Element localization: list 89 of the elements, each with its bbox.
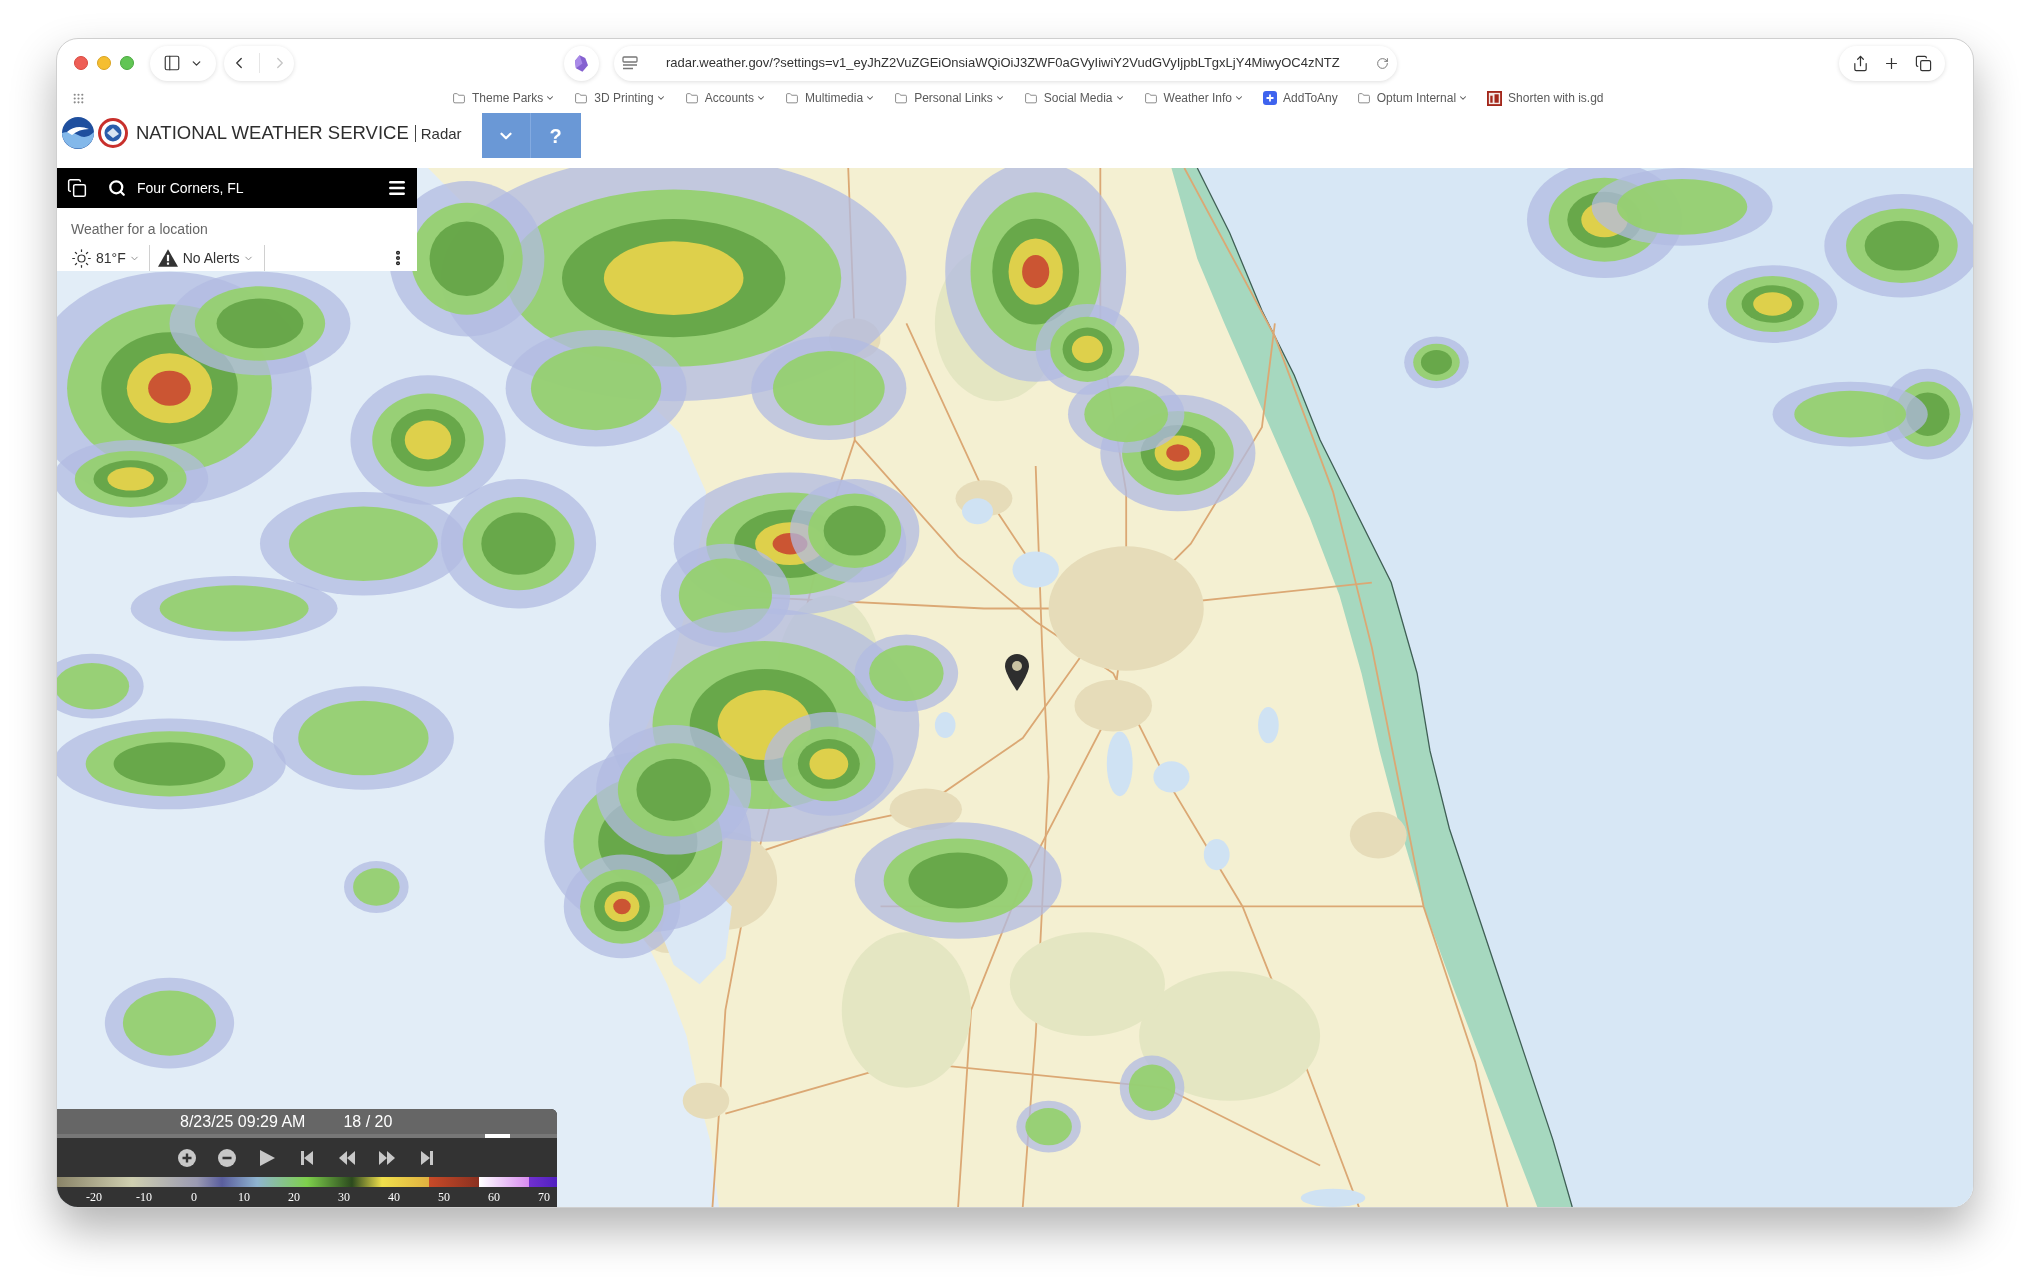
bookmark-item[interactable]: Optum Internal [1356, 90, 1469, 106]
skip-forward-icon[interactable] [418, 1148, 436, 1167]
radar-echo [1016, 1100, 1081, 1153]
scale-tick-label: 40 [387, 1190, 401, 1204]
folder-icon [684, 91, 699, 105]
scale-tick-label: 60 [487, 1190, 501, 1204]
play-icon[interactable] [258, 1148, 276, 1167]
lake [1300, 1188, 1366, 1207]
scale-tick-label: -20 [85, 1190, 103, 1204]
bookmark-item[interactable]: Theme Parks [452, 90, 556, 106]
page-menu-icon[interactable] [622, 56, 638, 70]
bird-logo-icon [62, 117, 94, 149]
chevron-down-icon [1458, 93, 1469, 103]
dropdown-button[interactable] [481, 113, 531, 158]
folder-icon [1356, 91, 1371, 105]
lake [962, 498, 993, 525]
sidebar-icon[interactable] [163, 54, 181, 72]
lake [934, 712, 956, 738]
maximize-button[interactable] [120, 56, 134, 70]
radar-echo [344, 861, 409, 913]
logo-icon [1487, 90, 1503, 106]
address-field[interactable]: radar.weather.gov/?settings=v1_eyJhZ2VuZGEiOnsiaWQiOiJ3ZWF0aGVyIiwiY2VudGVyIjpbLTgxLjY4MiwyOC4zNTZ [614, 45, 1397, 81]
folder-icon [894, 91, 909, 105]
chevron-down-icon [865, 93, 876, 103]
city-area [682, 1082, 730, 1119]
share-icon[interactable] [1852, 54, 1870, 72]
chevron-down-icon [655, 93, 666, 103]
chevron-down-icon [1234, 93, 1245, 103]
bookmark-item[interactable]: Shorten with is.gd [1487, 90, 1604, 106]
warning-icon [157, 249, 178, 267]
folder-icon [1023, 91, 1038, 105]
scale-tick-label: 10 [237, 1190, 251, 1204]
chevron-down-icon [545, 93, 556, 103]
temperature-dropdown[interactable]: 81°F [71, 245, 140, 271]
folder-icon [1143, 91, 1158, 105]
zoom-out-icon[interactable] [218, 1148, 236, 1167]
chevron-down-icon [1114, 93, 1125, 103]
lake [1258, 706, 1279, 744]
scale-tick-label: -10 [135, 1190, 153, 1204]
location-pin-icon[interactable] [1005, 654, 1029, 691]
bookmark-item[interactable]: Weather Info [1143, 90, 1245, 106]
search-icon[interactable] [108, 179, 126, 197]
folder-icon [452, 91, 466, 105]
skip-back-icon[interactable] [298, 1148, 316, 1167]
scale-tick-label: 0 [190, 1190, 198, 1204]
folder-icon [574, 91, 589, 105]
tabs-icon[interactable] [1914, 54, 1932, 72]
plus-square-icon [1263, 91, 1278, 105]
scale-tick-label: 30 [337, 1190, 351, 1204]
grid-icon[interactable] [72, 91, 85, 105]
lake [1153, 761, 1190, 793]
site-title: NATIONAL WEATHER SERVICE [136, 121, 409, 145]
scale-tick-label: 20 [287, 1190, 301, 1204]
bookmark-item[interactable]: 3D Printing [574, 90, 666, 106]
scale-tick-label: 50 [437, 1190, 451, 1204]
location-heading: Weather for a location [71, 220, 208, 238]
alerts-dropdown[interactable]: No Alerts [157, 245, 254, 271]
chevron-down-icon [756, 93, 767, 103]
timeline-thumb[interactable] [484, 1134, 510, 1138]
crystal-icon [575, 54, 588, 72]
fast-forward-icon[interactable] [378, 1148, 396, 1167]
radar-echo [1119, 1055, 1185, 1121]
reload-icon[interactable] [1376, 56, 1389, 70]
scale-tick-label: 70 [537, 1190, 551, 1204]
bookmark-item[interactable]: Accounts [684, 90, 767, 106]
layers-icon[interactable] [67, 178, 87, 198]
sun-icon [71, 247, 92, 269]
rewind-icon[interactable] [338, 1148, 356, 1167]
folder-icon [785, 91, 800, 105]
timeline-slider[interactable] [57, 1134, 557, 1138]
lake [1012, 551, 1059, 588]
seal-logo-icon [98, 118, 128, 148]
menu-icon[interactable] [387, 178, 407, 198]
timestamp-label: 8/23/25 09:29 AM [180, 1111, 306, 1132]
bookmark-item[interactable]: Personal Links [894, 90, 1005, 106]
chevron-down-icon [994, 93, 1005, 103]
city-area [1349, 811, 1407, 859]
frame-counter: 18 / 20 [343, 1111, 393, 1132]
bookmark-item[interactable]: AddToAny [1263, 90, 1338, 106]
location-search-field[interactable]: Four Corners, FL [137, 177, 244, 199]
zoom-in-icon[interactable] [178, 1148, 196, 1167]
lake [1106, 731, 1133, 797]
site-subtitle: Radar [414, 125, 462, 142]
radar-echo [1404, 336, 1469, 389]
bookmark-item[interactable]: Social Media [1023, 90, 1125, 106]
bookmark-item[interactable]: Multimedia [785, 90, 876, 106]
close-button[interactable] [74, 56, 88, 70]
extension-button[interactable] [564, 45, 599, 81]
lake [1203, 839, 1230, 871]
